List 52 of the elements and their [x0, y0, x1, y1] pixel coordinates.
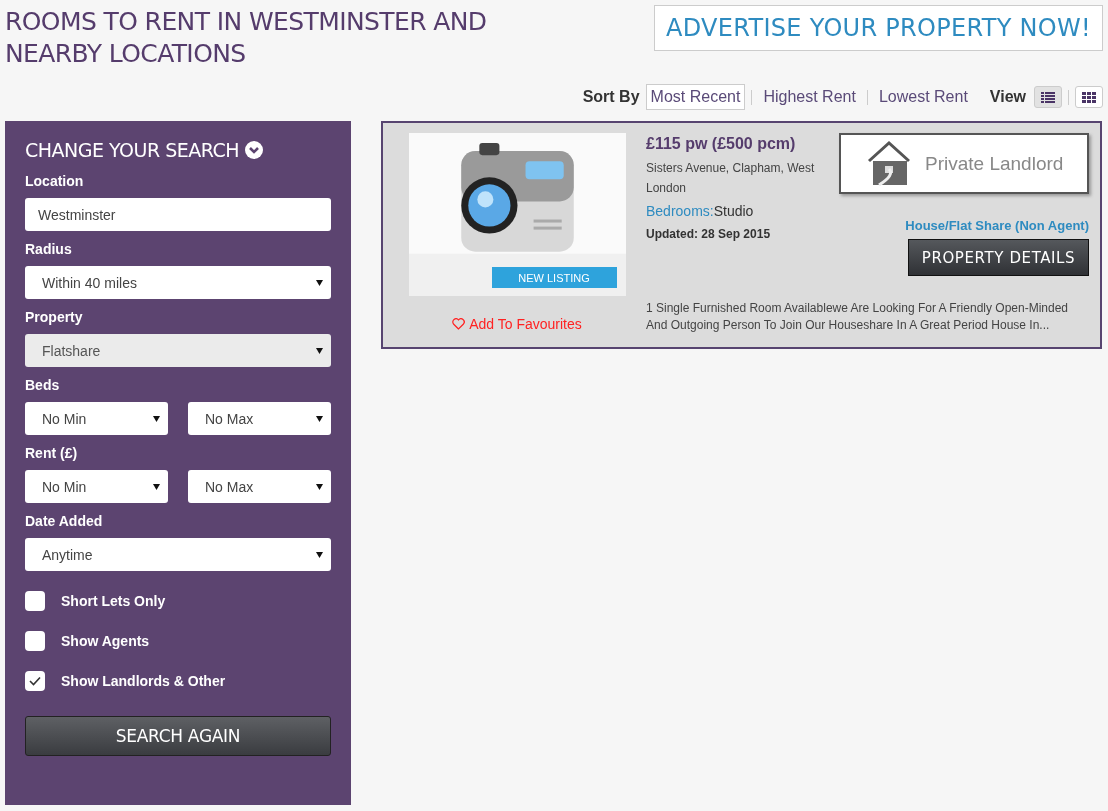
listing-address: Sisters Avenue, Clapham, West London — [646, 160, 816, 197]
advertise-button[interactable]: ADVERTISE YOUR PROPERTY NOW! — [654, 5, 1103, 51]
select-field[interactable]: Within 40 miles — [25, 266, 331, 299]
caret-icon — [316, 551, 323, 558]
caret-icon — [153, 415, 160, 422]
checkbox[interactable] — [25, 631, 45, 651]
checkbox[interactable] — [25, 591, 45, 611]
grid-view-button[interactable] — [1075, 86, 1103, 108]
field-label: Beds — [25, 377, 61, 393]
listing-description: 1 Single Furnished Room Availablewe Are Looking For A Friendly Open-Minded And Outgoing Person To Join Our Houseshare In A Great Period House In... — [646, 299, 1069, 334]
sort-option[interactable]: Highest Rent — [758, 84, 861, 110]
new-listing-badge: NEW LISTING — [491, 267, 617, 288]
select-field[interactable]: No Min — [25, 402, 168, 435]
list-icon — [1041, 91, 1055, 103]
checkbox-label: Show Agents — [61, 633, 150, 649]
field-label: Rent (£) — [25, 445, 79, 461]
search-again-button[interactable]: SEARCH AGAIN — [25, 716, 331, 756]
caret-icon — [316, 483, 323, 490]
grid-icon — [1082, 91, 1096, 103]
field-label: Location — [25, 173, 85, 189]
checkbox-label: Show Landlords & Other — [61, 673, 226, 689]
chevron-down-icon[interactable] — [245, 141, 264, 159]
heart-icon — [452, 318, 466, 330]
field-label: Property — [25, 309, 84, 325]
property-details-button[interactable]: PROPERTY DETAILS — [908, 239, 1089, 276]
bedrooms-label: Bedrooms: — [646, 203, 714, 219]
checkbox[interactable] — [25, 671, 45, 691]
search-panel-title: CHANGE YOUR SEARCH — [25, 139, 240, 161]
select-field[interactable]: Anytime — [25, 538, 331, 571]
select-field[interactable]: No Max — [188, 470, 331, 503]
caret-icon — [153, 483, 160, 490]
checkmark-icon — [29, 676, 41, 686]
listing-price: £115 pw (£500 pcm) — [646, 135, 797, 153]
caret-icon — [316, 279, 323, 286]
updated-date: Updated: 28 Sep 2015 — [646, 227, 772, 241]
location-field[interactable]: Westminster — [25, 198, 331, 231]
caret-icon — [316, 347, 323, 354]
select-field[interactable]: No Max — [188, 402, 331, 435]
sort-label: Sort By — [582, 88, 640, 106]
checkbox-label: Short Lets Only — [61, 593, 166, 609]
sort-option[interactable]: Lowest Rent — [873, 84, 973, 110]
view-label: View — [989, 88, 1026, 106]
select-field[interactable]: No Min — [25, 470, 168, 503]
field-label: Date Added — [25, 513, 104, 529]
field-label: Radius — [25, 241, 73, 257]
page-title: ROOMS TO RENT IN WESTMINSTER AND NEARBY LOCATIONS — [5, 6, 488, 70]
bedrooms-value: Studio — [713, 203, 754, 219]
sort-option[interactable]: Most Recent — [645, 84, 746, 110]
list-view-button[interactable] — [1034, 86, 1062, 108]
listing-type: House/Flat Share (Non Agent) — [905, 218, 1089, 233]
landlord-banner: Private Landlord — [839, 133, 1089, 194]
caret-icon — [316, 415, 323, 422]
